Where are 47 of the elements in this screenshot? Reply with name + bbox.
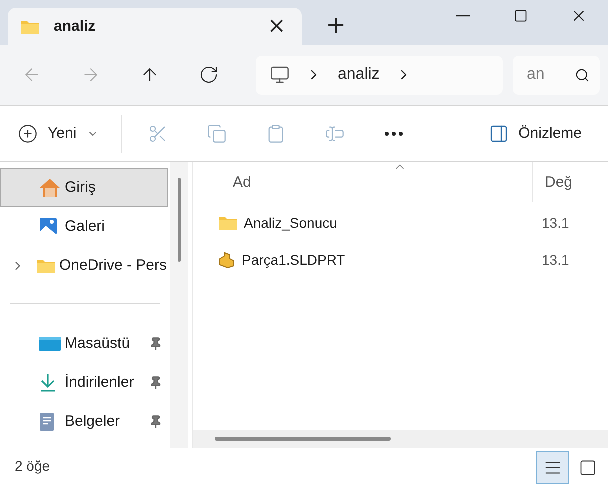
computer-icon — [270, 65, 290, 85]
column-header[interactable]: Ad — [193, 162, 533, 202]
close-tab-button[interactable]: × — [264, 16, 290, 38]
search-field[interactable]: an — [513, 56, 600, 94]
home-icon — [39, 178, 61, 198]
tab-title: analiz — [54, 18, 97, 35]
address-bar[interactable]: analiz — [256, 56, 503, 94]
item-count: 2 öğe — [15, 458, 50, 474]
folder-tab[interactable]: analiz × — [8, 8, 302, 45]
minimize-icon — [456, 15, 470, 17]
document-icon — [39, 412, 55, 432]
sidebar-item[interactable]: OneDrive - Pers — [0, 246, 168, 285]
file-name: Parça1.SLDPRT — [242, 252, 346, 268]
plus-circle-icon — [18, 124, 38, 144]
new-tab-button[interactable]: + — [322, 13, 350, 37]
copy-icon — [206, 124, 227, 144]
scissors-icon — [148, 124, 168, 144]
sidebar-item[interactable]: Galeri — [0, 207, 168, 246]
part-icon — [218, 250, 236, 268]
sidebar-item[interactable]: Belgeler — [0, 402, 168, 441]
gallery-icon — [39, 216, 59, 236]
sidebar-item[interactable]: İndirilenler — [0, 363, 168, 402]
file-row[interactable]: Analiz_Sonucu 13.1 — [193, 204, 608, 241]
desktop-icon — [39, 336, 61, 352]
folder-icon — [36, 258, 56, 274]
panel-icon — [488, 124, 509, 144]
folder-icon — [20, 18, 40, 34]
folder-icon — [218, 214, 238, 230]
sidebar-item[interactable]: Giriş — [0, 168, 168, 207]
file-row[interactable]: Parça1.SLDPRT 13.1 — [193, 241, 608, 278]
table-cell: 13.1 — [542, 252, 570, 268]
scrollbar[interactable] — [193, 430, 608, 448]
tiles-icon — [578, 458, 596, 476]
sidebar-item[interactable]: Masaüstü — [0, 324, 168, 363]
download-icon — [39, 372, 57, 392]
breadcrumb[interactable]: analiz — [338, 66, 380, 84]
scrollbar[interactable] — [170, 162, 188, 448]
search-icon — [575, 68, 590, 82]
maximize-icon — [514, 9, 528, 23]
preview-button[interactable]: Önizleme — [488, 124, 582, 144]
column-header[interactable]: Değ — [533, 162, 573, 202]
ellipsis-icon — [384, 132, 403, 136]
new-button[interactable]: Yeni — [18, 124, 99, 144]
details-view-button[interactable] — [536, 451, 569, 484]
file-name: Analiz_Sonucu — [244, 214, 338, 230]
refresh-icon — [199, 65, 219, 85]
table-cell: 13.1 — [542, 214, 570, 230]
